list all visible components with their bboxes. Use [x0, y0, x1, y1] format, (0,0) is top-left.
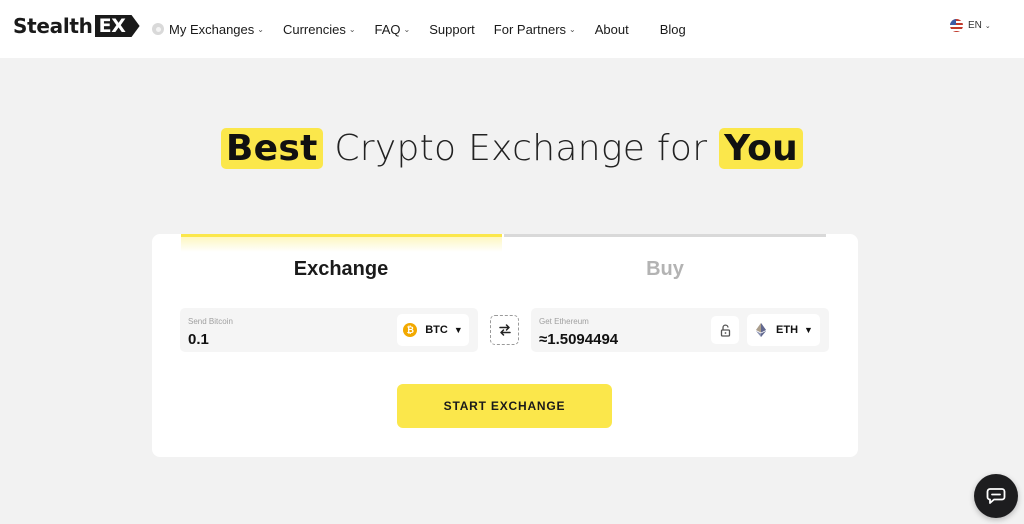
chevron-down-icon: ⌄ [257, 24, 264, 34]
nav-faq[interactable]: FAQ ⌄ [375, 22, 411, 37]
get-field: Get Ethereum ETH ▼ [531, 308, 829, 352]
chevron-down-icon: ⌄ [984, 22, 991, 30]
top-header: Stealth EX My Exchanges ⌄ Currencies ⌄ F… [0, 0, 1024, 58]
hero-middle-text: Crypto Exchange for [322, 128, 720, 169]
get-field-label: Get Ethereum [539, 317, 589, 326]
tab-indicator-inactive [504, 234, 826, 237]
nav-blog[interactable]: Blog [660, 22, 686, 37]
bitcoin-icon: ₿ [403, 323, 418, 337]
exchange-widget: Exchange Buy Send Bitcoin ₿ BTC ▼ Get Et… [152, 234, 858, 457]
chevron-down-icon: ⌄ [348, 24, 356, 34]
logo-text: Stealth [13, 14, 93, 38]
hero-highlight-best: Best [220, 128, 323, 169]
language-selector[interactable]: EN ⌄ [950, 19, 991, 32]
ethereum-icon [754, 323, 768, 337]
nav-my-exchanges-label: My Exchanges [169, 21, 255, 37]
nav-blog-label: Blog [659, 21, 686, 37]
lock-icon [720, 324, 730, 337]
main-nav: My Exchanges ⌄ Currencies ⌄ FAQ ⌄ Suppor… [152, 0, 705, 58]
swap-currencies-button[interactable] [490, 315, 519, 345]
hero-highlight-you: You [719, 128, 804, 169]
send-field-label: Send Bitcoin [188, 317, 233, 326]
nav-about[interactable]: About [595, 22, 629, 37]
tab-indicator-active [181, 234, 502, 252]
swap-arrows-icon [498, 324, 511, 336]
start-exchange-button[interactable]: START EXCHANGE [397, 384, 612, 428]
nav-support-label: Support [429, 21, 475, 37]
logo-badge: EX [94, 15, 140, 37]
support-chat-button[interactable] [974, 474, 1018, 518]
caret-down-icon: ▼ [453, 325, 463, 335]
chevron-down-icon: ⌄ [403, 24, 411, 34]
fixed-rate-lock-button[interactable] [711, 316, 739, 344]
nav-currencies[interactable]: Currencies ⌄ [283, 22, 356, 37]
stealthex-logo[interactable]: Stealth EX [13, 14, 140, 38]
language-label: EN [968, 20, 982, 31]
chevron-down-icon: ⌄ [569, 24, 576, 34]
get-amount-input[interactable] [539, 331, 719, 348]
nav-currencies-label: Currencies [282, 21, 346, 37]
send-field: Send Bitcoin ₿ BTC ▼ [180, 308, 478, 352]
nav-for-partners-label: For Partners [493, 21, 567, 37]
tab-buy[interactable]: Buy [504, 258, 826, 281]
send-amount-input[interactable] [188, 331, 368, 348]
nav-support[interactable]: Support [429, 22, 475, 37]
send-currency-select[interactable]: ₿ BTC ▼ [397, 314, 469, 346]
nav-faq-label: FAQ [374, 21, 401, 37]
send-currency-label: BTC [425, 324, 448, 336]
nav-for-partners[interactable]: For Partners ⌄ [494, 22, 576, 37]
nav-my-exchanges[interactable]: My Exchanges ⌄ [152, 22, 264, 37]
caret-down-icon: ▼ [804, 325, 813, 335]
user-icon [152, 23, 164, 35]
get-currency-select[interactable]: ETH ▼ [747, 314, 820, 346]
chat-icon [986, 488, 1006, 504]
get-currency-label: ETH [776, 324, 799, 336]
hero-title: Best Crypto Exchange for You [0, 128, 1024, 169]
us-flag-icon [950, 19, 963, 32]
nav-about-label: About [594, 21, 629, 37]
tab-exchange[interactable]: Exchange [180, 258, 502, 281]
